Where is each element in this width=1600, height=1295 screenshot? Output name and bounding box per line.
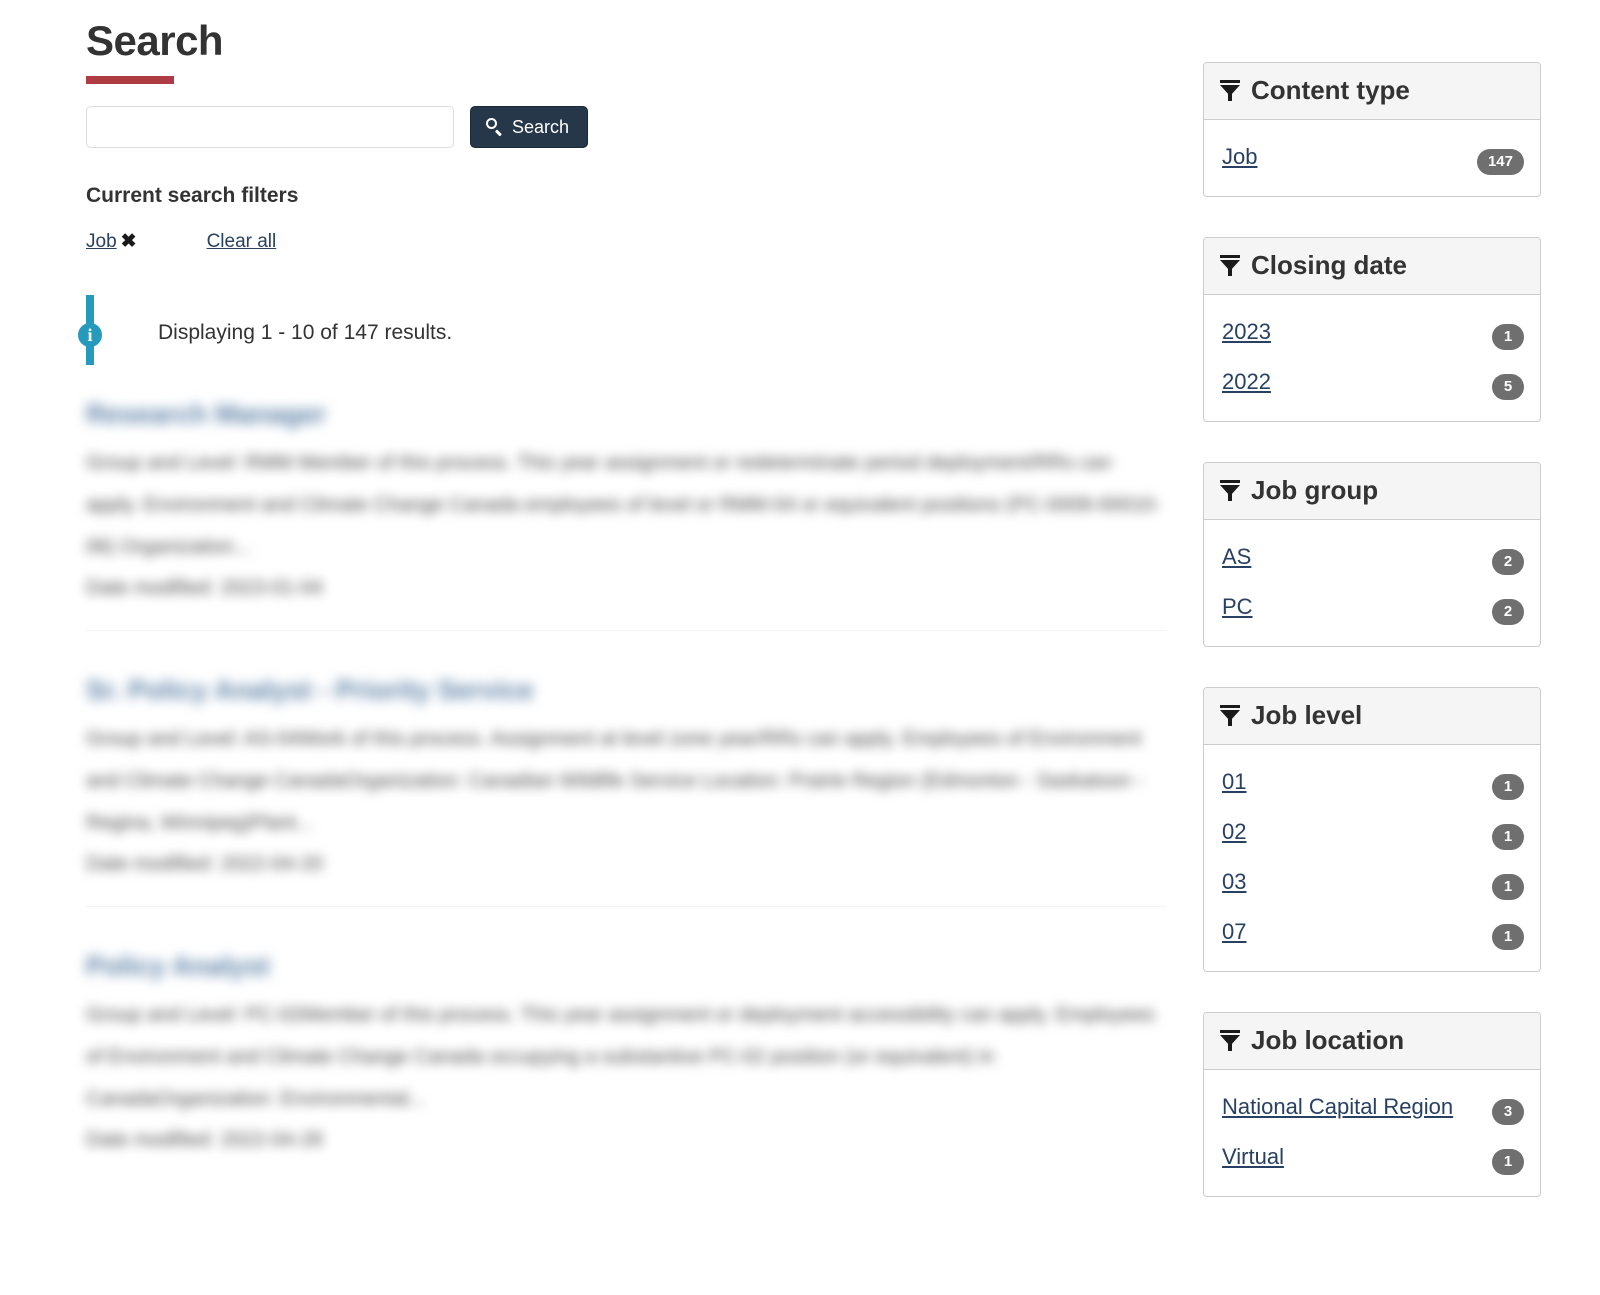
info-icon: i (78, 323, 102, 347)
facet-item: Virtual 1 (1222, 1136, 1524, 1178)
funnel-icon (1220, 1028, 1240, 1052)
result-title-link[interactable]: Sr. Policy Analyst - Priority Service (86, 675, 1166, 706)
remove-filter-icon[interactable]: ✖ (121, 230, 137, 253)
funnel-icon (1220, 478, 1240, 502)
page-title: Search (86, 17, 224, 64)
facet-item: 2023 1 (1222, 311, 1524, 353)
facet-link[interactable]: 02 (1222, 811, 1482, 853)
result-item: Policy Analyst Group and Level: PC-02Mem… (86, 951, 1166, 1182)
facet-link[interactable]: 03 (1222, 861, 1482, 903)
facet-count-badge: 1 (1492, 874, 1524, 900)
funnel-icon (1220, 253, 1240, 277)
facet-count-badge: 1 (1492, 824, 1524, 850)
facet-panel-title: Content type (1251, 75, 1410, 105)
funnel-icon (1220, 703, 1240, 727)
facet-link[interactable]: 2023 (1222, 311, 1482, 353)
facet-item: 2022 5 (1222, 361, 1524, 403)
facet-item: National Capital Region 3 (1222, 1086, 1524, 1128)
facet-link[interactable]: National Capital Region (1222, 1086, 1482, 1128)
facet-panel-header: Closing date (1204, 238, 1540, 295)
facet-panel-header: Content type (1204, 63, 1540, 120)
facet-panel-header: Job level (1204, 688, 1540, 745)
result-date-modified: Date modified: 2022-04-28 (86, 1129, 323, 1151)
facet-count-badge: 2 (1492, 599, 1524, 625)
search-input[interactable] (86, 106, 454, 148)
facet-panel-body: Job 147 (1204, 120, 1540, 196)
facet-panel-content-type: Content type Job 147 (1203, 62, 1541, 197)
search-button[interactable]: Search (470, 106, 589, 148)
results-count-text: Displaying 1 - 10 of 147 results. (158, 321, 453, 344)
facet-panel-job-location: Job location National Capital Region 3 V… (1203, 1012, 1541, 1197)
filter-chip-label: Job (86, 231, 117, 252)
facet-panel-title: Job group (1251, 475, 1379, 505)
facet-panel-closing-date: Closing date 2023 1 2022 5 (1203, 237, 1541, 422)
search-form: Search (86, 106, 1166, 148)
facet-panel-header: Job location (1204, 1013, 1540, 1070)
facet-item: 02 1 (1222, 811, 1524, 853)
filter-chip-job[interactable]: Job ✖ (86, 230, 137, 253)
facet-panel-header: Job group (1204, 463, 1540, 520)
facet-count-badge: 1 (1492, 924, 1524, 950)
funnel-icon (1220, 78, 1240, 102)
main-content: Search Search Current search filters Job… (78, 0, 1166, 1226)
facet-panel-title: Job location (1251, 1025, 1405, 1055)
active-filter-chips: Job ✖ Clear all (86, 230, 1166, 253)
facet-panel-job-group: Job group AS 2 PC 2 (1203, 462, 1541, 647)
search-icon (485, 118, 503, 136)
result-date-modified: Date modified: 2023-01-04 (86, 577, 323, 599)
search-button-label: Search (512, 116, 570, 137)
facet-count-badge: 1 (1492, 324, 1524, 350)
facet-panel-body: National Capital Region 3 Virtual 1 (1204, 1070, 1540, 1196)
facet-panel-title: Job level (1251, 700, 1363, 730)
facet-panel-body: 01 1 02 1 03 1 07 1 (1204, 745, 1540, 971)
facet-panel-job-level: Job level 01 1 02 1 03 1 07 1 (1203, 687, 1541, 972)
facet-item: AS 2 (1222, 536, 1524, 578)
result-snippet: Group and Level: RMM Member of this proc… (86, 452, 1161, 558)
results-list: Research Manager Group and Level: RMM Me… (86, 399, 1166, 1182)
result-snippet: Group and Level: PC-02Member of this pro… (86, 1004, 1155, 1110)
result-date-modified: Date modified: 2022-04-20 (86, 853, 323, 875)
facet-item: Job 147 (1222, 136, 1524, 178)
facet-item: 01 1 (1222, 761, 1524, 803)
facet-count-badge: 3 (1492, 1099, 1524, 1125)
title-underline-rule (86, 76, 174, 84)
facet-count-badge: 1 (1492, 1149, 1524, 1175)
facet-link[interactable]: 01 (1222, 761, 1482, 803)
facet-count-badge: 147 (1476, 149, 1524, 175)
facet-count-badge: 5 (1492, 374, 1524, 400)
facet-panel-title: Closing date (1251, 250, 1408, 280)
result-snippet: Group and Level: AS-04Work of this proce… (86, 728, 1144, 834)
facet-link[interactable]: Job (1222, 136, 1467, 178)
facet-sidebar: Content type Job 147 Closing date 2023 1 (1203, 62, 1541, 1237)
facet-link[interactable]: 07 (1222, 911, 1482, 953)
result-title-link[interactable]: Research Manager (86, 399, 1166, 430)
facet-item: 07 1 (1222, 911, 1524, 953)
search-results-page: Search Search Current search filters Job… (0, 0, 1600, 1295)
facet-panel-body: AS 2 PC 2 (1204, 520, 1540, 646)
facet-item: 03 1 (1222, 861, 1524, 903)
facet-count-badge: 1 (1492, 774, 1524, 800)
facet-link[interactable]: 2022 (1222, 361, 1482, 403)
current-filters-heading: Current search filters (86, 184, 299, 207)
facet-link[interactable]: PC (1222, 586, 1482, 628)
result-item: Research Manager Group and Level: RMM Me… (86, 399, 1166, 631)
facet-item: PC 2 (1222, 586, 1524, 628)
clear-all-link[interactable]: Clear all (207, 231, 277, 253)
result-item: Sr. Policy Analyst - Priority Service Gr… (86, 675, 1166, 907)
result-title-link[interactable]: Policy Analyst (86, 951, 1166, 982)
facet-link[interactable]: AS (1222, 536, 1482, 578)
results-count-alert: i Displaying 1 - 10 of 147 results. (78, 295, 1166, 365)
facet-panel-body: 2023 1 2022 5 (1204, 295, 1540, 421)
facet-count-badge: 2 (1492, 549, 1524, 575)
facet-link[interactable]: Virtual (1222, 1136, 1482, 1178)
